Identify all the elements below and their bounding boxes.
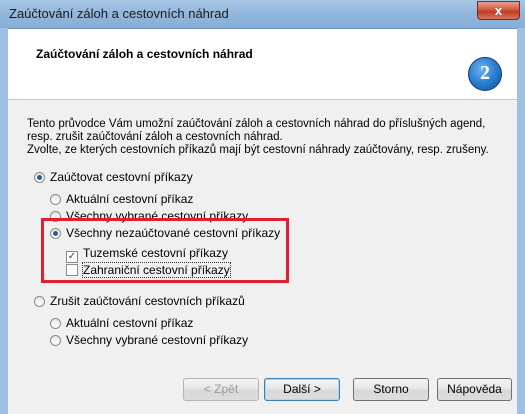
close-icon: x [494, 3, 503, 18]
radio-cancel-selected-label: Všechny vybrané cestovní příkazy [66, 333, 249, 347]
back-button[interactable]: < Zpět [183, 378, 259, 401]
window-frame-right [517, 28, 525, 414]
cancel-button[interactable]: Storno [353, 378, 429, 401]
description-line-1: Tento průvodce Vám umožní zaúčtování zál… [27, 118, 486, 130]
radio-account-label: Zaúčtovat cestovní příkazy [50, 170, 193, 184]
radio-empty-icon [34, 296, 45, 307]
radio-empty-icon [50, 194, 61, 205]
radio-cancel-posting-label: Zrušit zaúčtování cestovních příkazů [50, 294, 245, 308]
wizard-content: Tento průvodce Vám umožní zaúčtování zál… [8, 100, 517, 414]
radio-account-current-label: Aktuální cestovní příkaz [66, 192, 194, 206]
description-line-3: Zvolte, ze kterých cestovních příkazů ma… [27, 144, 489, 156]
wizard-header: Zaúčtování záloh a cestovních náhrad 2 [8, 29, 517, 100]
radio-cancel-posting[interactable]: Zrušit zaúčtování cestovních příkazů [34, 294, 245, 308]
radio-cancel-selected[interactable]: Všechny vybrané cestovní příkazy [50, 333, 248, 347]
radio-selected-icon [34, 172, 45, 183]
radio-account[interactable]: Zaúčtovat cestovní příkazy [34, 170, 193, 184]
radio-cancel-current-label: Aktuální cestovní příkaz [66, 316, 194, 330]
highlight-annotation [41, 218, 289, 283]
window-frame-left [0, 28, 8, 414]
description: Tento průvodce Vám umožní zaúčtování zál… [27, 118, 507, 157]
description-line-2: resp. zrušit zaúčtování záloh a cestovní… [27, 131, 283, 143]
wizard-title: Zaúčtování záloh a cestovních náhrad [36, 47, 253, 61]
radio-account-current[interactable]: Aktuální cestovní příkaz [50, 192, 193, 206]
close-button[interactable]: x [477, 1, 520, 20]
wizard-logo-icon: 2 [468, 57, 502, 91]
logo-letter: 2 [480, 62, 490, 84]
help-button[interactable]: Nápověda [437, 378, 512, 401]
radio-empty-icon [50, 318, 61, 329]
radio-cancel-current[interactable]: Aktuální cestovní příkaz [50, 316, 193, 330]
next-button[interactable]: Další > [264, 378, 340, 401]
window-title: Zaúčtování záloh a cestovních náhrad [9, 6, 229, 21]
title-bar: Zaúčtování záloh a cestovních náhrad x [0, 0, 525, 29]
radio-empty-icon [50, 335, 61, 346]
